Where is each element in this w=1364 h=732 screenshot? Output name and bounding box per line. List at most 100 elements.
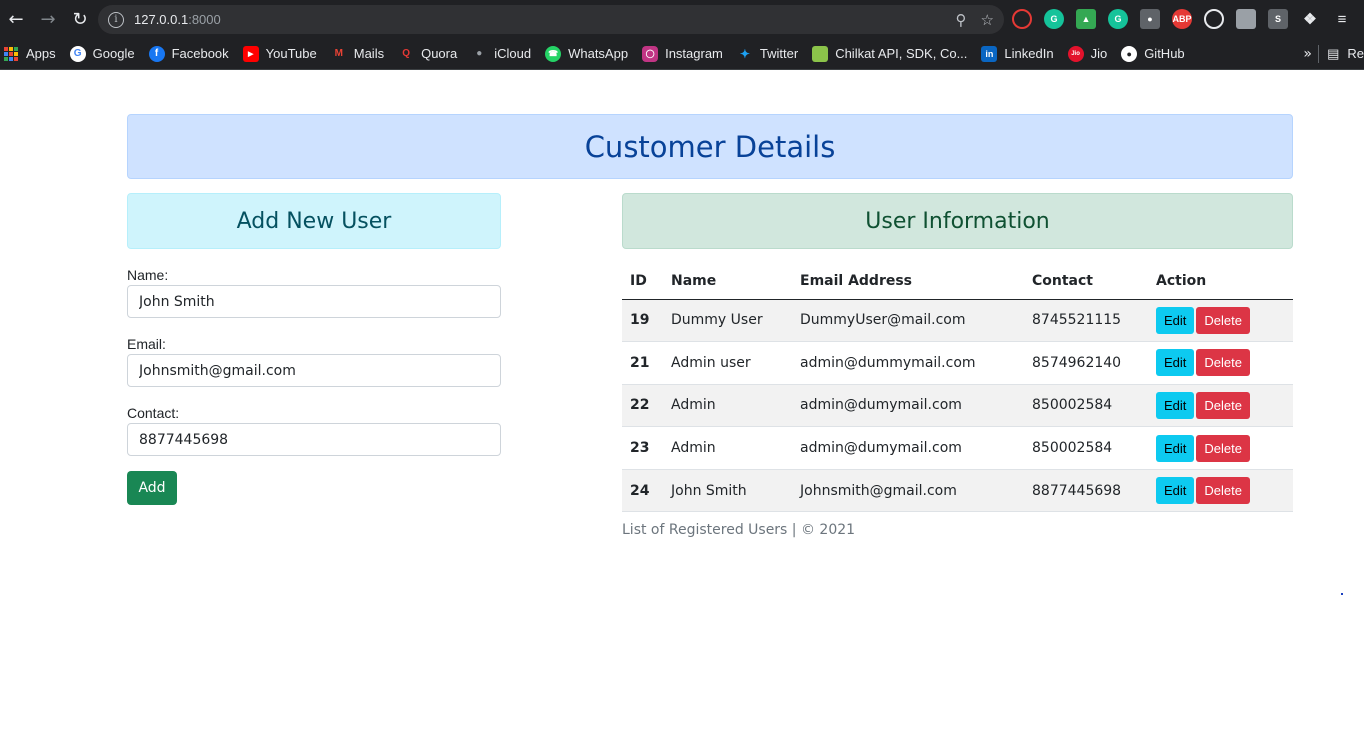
cell-contact: 8574962140 [1024,341,1148,385]
bookmark-youtube[interactable]: ▶ YouTube [242,45,317,62]
reading-list-icon: ▤ [1327,45,1340,61]
contact-input[interactable] [127,423,501,456]
cell-contact: 8745521115 [1024,299,1148,343]
add-user-heading: Add New User [127,193,501,249]
url-text: 127.0.0.1:8000 [134,12,221,27]
bookmark-linkedin[interactable]: in LinkedIn [981,45,1054,62]
header-id: ID [622,264,663,300]
zoom-icon[interactable]: ⚲ [956,11,967,29]
extension-blocker-icon[interactable] [1012,9,1032,29]
extension-s-icon[interactable]: S [1268,9,1288,29]
media-control-icon[interactable]: ≡ [1332,9,1352,29]
edit-button[interactable]: Edit [1156,434,1195,462]
grammarly-g-icon[interactable]: G [1108,9,1128,29]
linkedin-icon: in [981,45,998,62]
cell-id: 24 [622,469,663,513]
instagram-icon: ◯ [642,45,659,62]
edit-button[interactable]: Edit [1156,306,1195,334]
bookmark-mails[interactable]: M Mails [331,46,385,62]
jio-icon: Jio [1067,45,1084,62]
google-icon: G [69,45,86,62]
delete-button[interactable]: Delete [1196,434,1250,462]
header-action: Action [1148,264,1293,300]
bookmark-icloud[interactable]: ● iCloud [471,46,531,62]
cell-name: Dummy User [663,299,792,343]
screen-recorder-icon[interactable]: ● [1140,9,1160,29]
github-icon: ● [1121,45,1138,62]
bookmark-quora[interactable]: Q Quora [398,46,457,62]
chilkat-icon [812,45,829,62]
cell-id: 22 [622,384,663,428]
delete-button[interactable]: Delete [1196,349,1250,377]
twitter-icon: ✦ [739,46,750,61]
browser-toolbar: ← → ↻ i 127.0.0.1:8000 ⚲ ☆ G ▲ G ● ABP S… [0,0,1364,38]
bookmark-star-icon[interactable]: ☆ [981,11,994,29]
back-icon[interactable]: ← [0,0,32,38]
cell-id: 21 [622,341,663,385]
bookmark-apps[interactable]: Apps [4,46,56,61]
edit-button[interactable]: Edit [1156,477,1195,505]
table-header-row: ID Name Email Address Contact Action [622,264,1293,300]
contact-label: Contact: [127,405,180,421]
cell-email: DummyUser@mail.com [792,299,1024,343]
email-input[interactable] [127,354,501,387]
edit-button[interactable]: Edit [1156,349,1195,377]
cell-action: Edit Delete [1148,469,1293,513]
table-row: 21 Admin user admin@dummymail.com 857496… [622,341,1293,385]
cell-email: Johnsmith@gmail.com [792,469,1024,513]
extensions-puzzle-icon[interactable]: ❖ [1300,9,1320,29]
table-row: 19 Dummy User DummyUser@mail.com 8745521… [622,299,1293,343]
extension-shield-icon[interactable]: ▲ [1076,9,1096,29]
adblock-plus-icon[interactable]: ABP [1172,9,1192,29]
name-label: Name: [127,267,169,283]
cell-email: admin@dummymail.com [792,341,1024,385]
grammarly-icon[interactable]: G [1044,9,1064,29]
facebook-icon: f [148,45,165,62]
gmail-icon: M [334,48,343,59]
cell-action: Edit Delete [1148,299,1293,343]
header-name: Name [663,264,792,300]
quora-icon: Q [402,48,410,59]
reading-list[interactable]: ▤ Re [1318,44,1364,63]
extension-c-icon[interactable] [1204,9,1224,29]
add-button[interactable]: Add [127,471,177,505]
bookmark-twitter[interactable]: ✦ Twitter [737,46,798,62]
page-title: Customer Details [127,114,1293,179]
cell-action: Edit Delete [1148,384,1293,428]
delete-button[interactable]: Delete [1196,306,1250,334]
delete-button[interactable]: Delete [1196,477,1250,505]
cell-contact: 850002584 [1024,384,1148,428]
forward-icon[interactable]: → [32,0,64,38]
name-input[interactable] [127,285,501,318]
table-footer: List of Registered Users | © 2021 [622,522,856,538]
email-label: Email: [127,336,166,352]
bookmarks-bar: Apps G Google f Facebook ▶ YouTube M Mails Q… [0,38,1364,70]
office-icon[interactable] [1236,9,1256,29]
delete-button[interactable]: Delete [1196,391,1250,419]
cell-name: Admin user [663,341,792,385]
bookmark-chilkat[interactable]: Chilkat API, SDK, Co... [812,45,967,62]
users-table: ID Name Email Address Contact Action 19 … [622,264,1293,513]
cell-action: Edit Delete [1148,426,1293,470]
bookmark-github[interactable]: ● GitHub [1121,45,1185,62]
bookmark-facebook[interactable]: f Facebook [148,45,229,62]
edit-button[interactable]: Edit [1156,391,1195,419]
site-info-icon[interactable]: i [108,11,124,28]
reload-icon[interactable]: ↻ [64,0,96,38]
bookmark-jio[interactable]: Jio Jio [1067,45,1107,62]
bookmark-google[interactable]: G Google [69,45,135,62]
table-row: 24 John Smith Johnsmith@gmail.com 887744… [622,469,1293,513]
cell-action: Edit Delete [1148,341,1293,385]
bookmark-whatsapp[interactable]: ☎ WhatsApp [545,45,628,62]
table-row: 23 Admin admin@dumymail.com 850002584 Ed… [622,426,1293,470]
address-bar[interactable]: i 127.0.0.1:8000 ⚲ ☆ [98,5,1004,34]
user-info-heading: User Information [622,193,1293,249]
cell-email: admin@dumymail.com [792,384,1024,428]
apps-grid-icon [4,46,18,61]
bookmark-instagram[interactable]: ◯ Instagram [642,45,723,62]
bookmarks-overflow-icon[interactable]: » [1303,46,1312,62]
cell-id: 19 [622,299,663,343]
table-row: 22 Admin admin@dumymail.com 850002584 Ed… [622,384,1293,428]
whatsapp-icon: ☎ [545,45,562,62]
stray-dot [1341,593,1343,595]
